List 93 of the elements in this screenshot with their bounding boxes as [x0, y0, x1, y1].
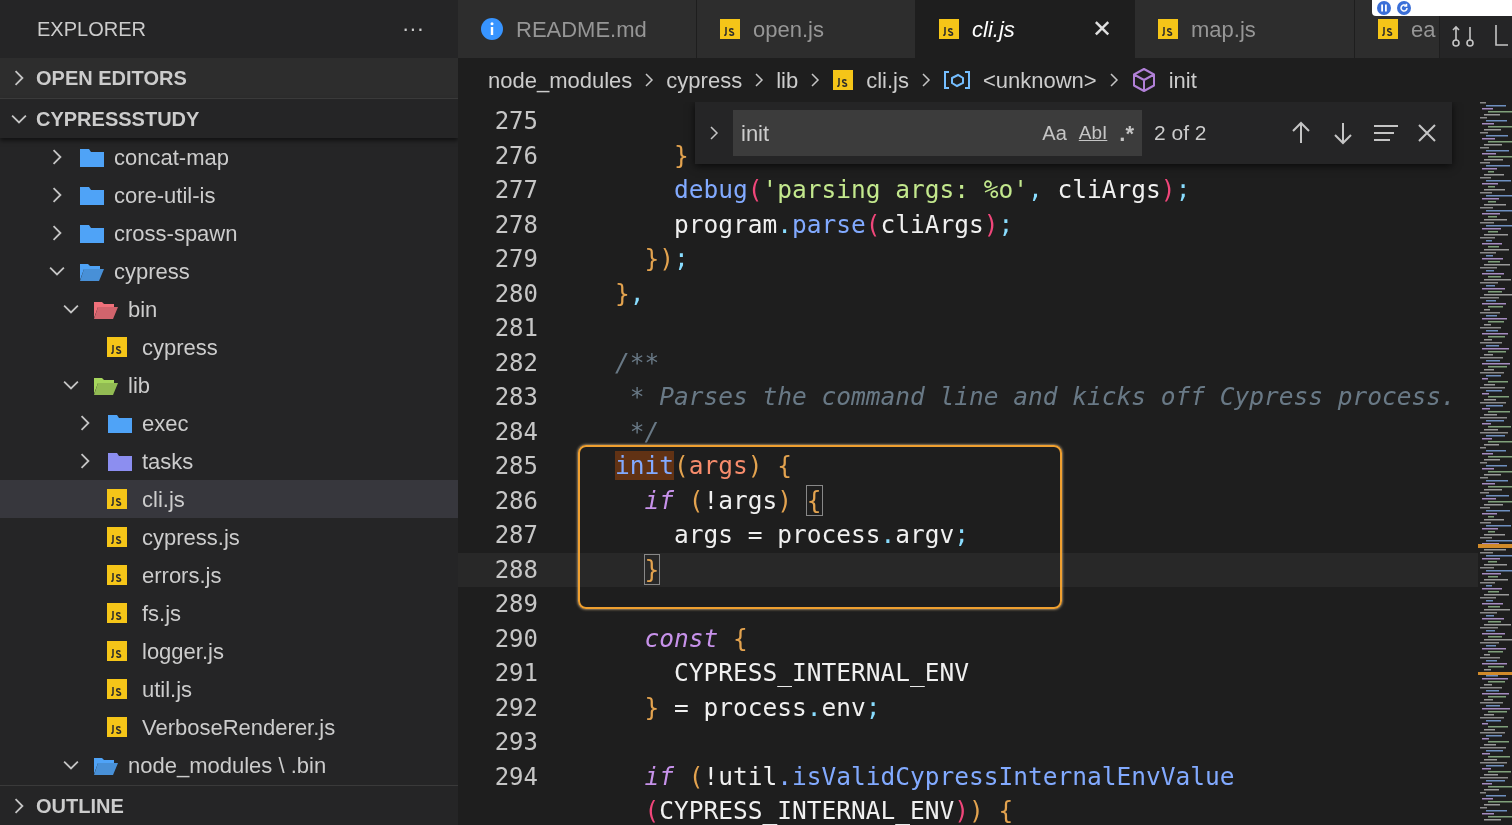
line-number: 285	[494, 452, 538, 481]
code-line: debug('parsing args: %o', cliArgs);	[673, 174, 1191, 207]
code-line: init(args) {	[614, 450, 793, 483]
line-number: 280	[494, 279, 538, 308]
js-file-icon	[832, 69, 855, 91]
close-tab-button[interactable]: ✕	[1092, 17, 1112, 41]
breadcrumb-item[interactable]: init	[1130, 63, 1197, 97]
line-number: 279	[494, 245, 538, 274]
tree-item[interactable]: cli.js	[0, 480, 458, 518]
match-case-button[interactable]: Aa	[1042, 118, 1067, 148]
tree-item[interactable]: tasks	[0, 442, 458, 480]
editor-tab[interactable]: README.md	[458, 0, 697, 58]
line-number: 276	[494, 141, 538, 170]
whole-word-button[interactable]: AbI	[1078, 118, 1108, 148]
tree-item[interactable]: bin	[0, 290, 458, 328]
code-line: program.parse(cliArgs);	[673, 208, 1014, 241]
cube-icon	[1130, 67, 1157, 93]
js-file-icon	[106, 336, 128, 358]
tree-item[interactable]: VerboseRenderer.js	[0, 708, 458, 746]
more-actions-button[interactable]: ···	[402, 18, 424, 40]
editor-tab[interactable]: cli.js ✕	[916, 0, 1135, 58]
js-file-icon	[1377, 18, 1399, 40]
line-number: 291	[494, 659, 538, 688]
line-number: 293	[494, 728, 538, 757]
breadcrumb-item[interactable]: cli.js	[832, 63, 909, 97]
tree-item[interactable]: node_modules \ .bin	[0, 746, 458, 784]
code-line: if (!args) {	[643, 484, 822, 517]
info-icon	[480, 17, 504, 41]
regex-button[interactable]: .*	[1119, 116, 1134, 150]
code-line: * Parses the command line and kicks off Cypress process.	[628, 381, 1456, 414]
explorer-title: EXPLORER	[37, 17, 146, 42]
editor-tab[interactable]: map.js	[1135, 0, 1355, 58]
line-number: 290	[494, 624, 538, 653]
tree-item[interactable]: cypress	[0, 328, 458, 366]
code-line: } = process.env;	[643, 691, 881, 724]
code-line: CYPRESS_INTERNAL_ENV	[673, 657, 970, 690]
line-number: 275	[494, 107, 538, 136]
line-number: 281	[494, 314, 538, 343]
js-file-icon	[106, 526, 128, 548]
code-line: },	[614, 277, 645, 310]
code-line: }	[673, 139, 689, 172]
breadcrumb-item[interactable]: cypress	[666, 63, 743, 97]
line-number: 282	[494, 348, 538, 377]
code-line: const {	[643, 622, 748, 655]
refresh-icon[interactable]	[1396, 0, 1412, 16]
code-line: (CYPRESS_INTERNAL_ENV)) {	[643, 795, 1014, 825]
code-line: if (!util.isValidCypressInternalEnvValue	[643, 760, 1235, 793]
js-file-icon	[106, 564, 128, 586]
js-file-icon	[106, 678, 128, 700]
js-file-icon	[106, 716, 128, 738]
line-number: 284	[494, 417, 538, 446]
line-number: 288	[494, 555, 538, 584]
line-number: 283	[494, 383, 538, 412]
js-file-icon	[719, 18, 741, 40]
editor-tab[interactable]: open.js	[697, 0, 916, 58]
match-count: 2 of 2	[1154, 120, 1207, 147]
tree-item[interactable]: core-util-is	[0, 176, 458, 214]
line-number: 277	[494, 176, 538, 205]
close-icon[interactable]	[1416, 122, 1438, 144]
find-input[interactable]: init Aa AbI .*	[733, 110, 1142, 156]
breadcrumb-item[interactable]: node_modules	[488, 63, 633, 97]
code-line: args = process.argv;	[673, 519, 970, 552]
line-number: 289	[494, 590, 538, 619]
code-line: }	[643, 553, 660, 586]
code-line: /**	[614, 346, 660, 379]
tree-item[interactable]: cypress.js	[0, 518, 458, 556]
line-number: 287	[494, 521, 538, 550]
js-file-icon	[106, 602, 128, 624]
js-file-icon	[106, 488, 128, 510]
tree-item[interactable]: fs.js	[0, 594, 458, 632]
line-number: 286	[494, 486, 538, 515]
line-number: 278	[494, 210, 538, 239]
tree-item[interactable]: lib	[0, 366, 458, 404]
js-file-icon	[1157, 18, 1179, 40]
tree-item[interactable]: logger.js	[0, 632, 458, 670]
code-line: */	[628, 415, 660, 448]
line-number: 294	[494, 762, 538, 791]
tree-item[interactable]: util.js	[0, 670, 458, 708]
js-file-icon	[938, 18, 960, 40]
code-line: });	[643, 243, 689, 276]
variable-icon	[942, 69, 971, 91]
breadcrumb-item[interactable]: <unknown>	[942, 63, 1097, 97]
tree-item[interactable]: concat-map	[0, 138, 458, 176]
tree-item[interactable]: cross-spawn	[0, 214, 458, 252]
breadcrumb-item[interactable]: lib	[776, 63, 799, 97]
js-file-icon	[106, 640, 128, 662]
tree-item[interactable]: cypress	[0, 252, 458, 290]
tree-item[interactable]: errors.js	[0, 556, 458, 594]
section-header[interactable]: OPEN EDITORS	[0, 58, 458, 98]
line-number: 292	[494, 693, 538, 722]
tree-item[interactable]: exec	[0, 404, 458, 442]
pause-icon[interactable]	[1376, 0, 1392, 16]
section-header[interactable]: CYPRESSSTUDY	[0, 98, 458, 138]
